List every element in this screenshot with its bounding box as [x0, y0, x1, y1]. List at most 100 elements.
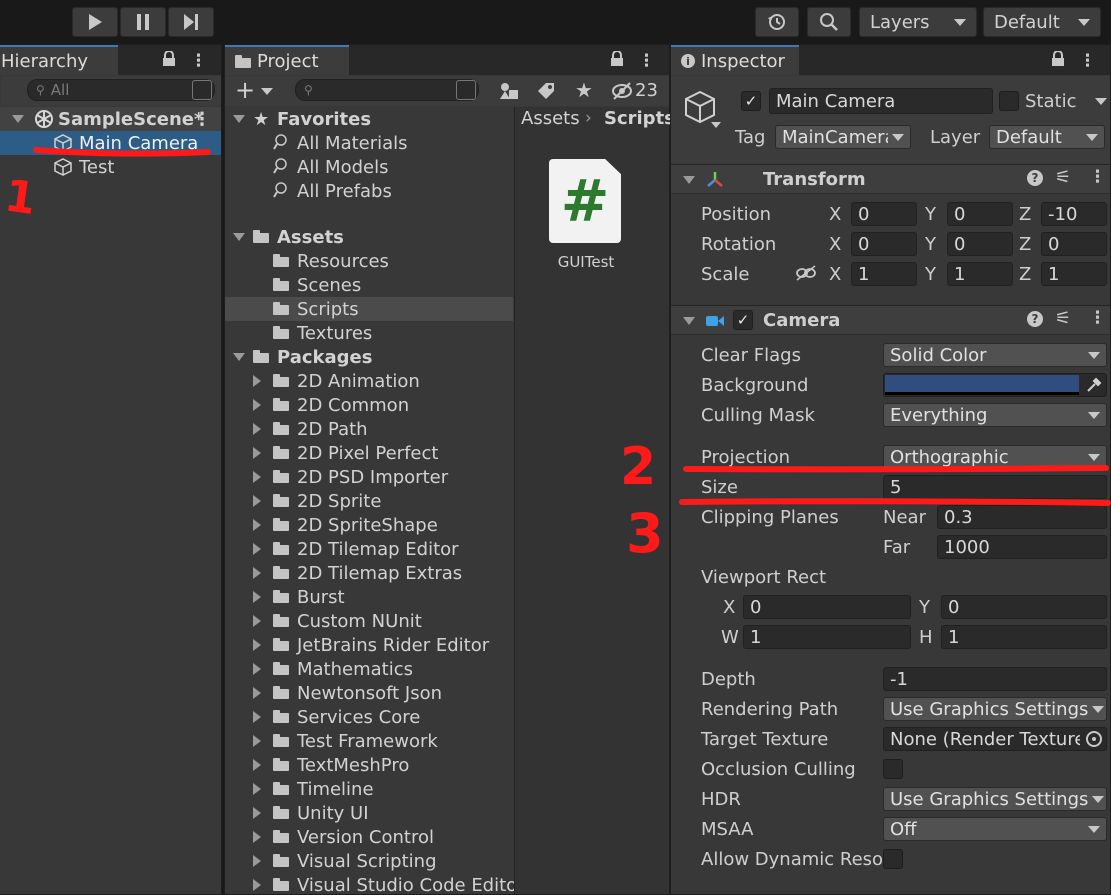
expand-arrow-icon[interactable]	[233, 233, 245, 241]
viewport-h-field[interactable]: 1	[941, 625, 1107, 649]
tab-inspector[interactable]: i Inspector	[671, 45, 799, 75]
expand-arrow-icon[interactable]	[12, 115, 24, 123]
tree-favorites[interactable]: ★ Favorites	[225, 107, 513, 131]
tree-item-package[interactable]: 2D Pixel Perfect	[225, 441, 513, 465]
tree-item-all-prefabs[interactable]: All Prefabs	[225, 179, 513, 203]
far-field[interactable]: 1000	[937, 535, 1107, 559]
expand-arrow-icon[interactable]	[253, 855, 261, 867]
layout-dropdown[interactable]: Default	[983, 7, 1101, 37]
static-checkbox[interactable]	[999, 91, 1019, 111]
tree-item-package[interactable]: 2D Tilemap Editor	[225, 537, 513, 561]
camera-enabled-checkbox[interactable]: ✓	[733, 310, 753, 330]
expand-arrow-icon[interactable]	[253, 783, 261, 795]
tree-item-package[interactable]: Visual Studio Code Edito	[225, 873, 517, 895]
kebab-menu-icon[interactable]: ⋮	[1089, 167, 1106, 187]
tree-item-package[interactable]: Burst	[225, 585, 513, 609]
expand-arrow-icon[interactable]	[253, 759, 261, 771]
tree-assets[interactable]: Assets	[225, 225, 513, 249]
object-name-field[interactable]: Main Camera	[769, 88, 993, 114]
object-picker-icon[interactable]	[1086, 731, 1102, 747]
expand-arrow-icon[interactable]	[253, 831, 261, 843]
scale-z-field[interactable]: 1	[1041, 262, 1107, 286]
tree-item-package[interactable]: Unity UI	[225, 801, 513, 825]
tree-item-scripts[interactable]: Scripts	[225, 297, 513, 321]
filter-by-label-icon[interactable]	[537, 82, 555, 105]
help-icon[interactable]: ?	[1027, 170, 1043, 186]
help-icon[interactable]: ?	[1027, 311, 1043, 327]
tab-hierarchy[interactable]: Hierarchy	[0, 45, 118, 75]
breadcrumb-assets[interactable]: Assets	[521, 108, 580, 129]
viewport-y-field[interactable]: 0	[941, 595, 1107, 619]
layer-dropdown[interactable]: Default	[989, 125, 1105, 149]
depth-field[interactable]: -1	[883, 667, 1107, 691]
size-field[interactable]: 5	[883, 475, 1107, 499]
tree-item-package[interactable]: Visual Scripting	[225, 849, 513, 873]
chevron-down-icon[interactable]	[711, 122, 721, 128]
static-dropdown-icon[interactable]	[1095, 98, 1107, 105]
rotation-z-field[interactable]: 0	[1041, 232, 1107, 256]
kebab-menu-icon[interactable]: ⋮	[1089, 308, 1106, 328]
tree-item-package[interactable]: Test Framework	[225, 729, 513, 753]
search-by-type-icon[interactable]	[192, 80, 212, 100]
favorite-star-icon[interactable]: ★	[575, 78, 593, 102]
filter-by-type-icon[interactable]	[499, 82, 519, 105]
position-x-field[interactable]: 0	[851, 202, 917, 226]
allow-dynamic-resolution-checkbox[interactable]	[883, 849, 903, 869]
eyedropper-icon[interactable]	[1086, 377, 1102, 393]
presets-icon[interactable]: ⚟	[1055, 308, 1071, 329]
lock-icon[interactable]	[610, 50, 624, 72]
tree-item-package[interactable]: 2D Animation	[225, 369, 513, 393]
rotation-x-field[interactable]: 0	[851, 232, 917, 256]
hierarchy-item-main-camera[interactable]: Main Camera	[0, 131, 221, 155]
expand-arrow-icon[interactable]	[253, 375, 261, 387]
active-checkbox[interactable]: ✓	[741, 91, 761, 111]
expand-arrow-icon[interactable]	[253, 519, 261, 531]
hierarchy-item-test[interactable]: Test	[0, 155, 221, 179]
tree-item-package[interactable]: Timeline	[225, 777, 513, 801]
viewport-w-field[interactable]: 1	[743, 625, 911, 649]
msaa-dropdown[interactable]: Off	[883, 817, 1107, 841]
tree-packages[interactable]: Packages	[225, 345, 513, 369]
kebab-menu-icon[interactable]: ⋮	[190, 51, 207, 72]
rendering-path-dropdown[interactable]: Use Graphics Settings	[883, 697, 1107, 721]
expand-arrow-icon[interactable]	[253, 735, 261, 747]
target-texture-field[interactable]: None (Render Texture	[883, 727, 1107, 751]
clear-flags-dropdown[interactable]: Solid Color	[883, 343, 1107, 367]
layers-dropdown[interactable]: Layers	[859, 7, 977, 37]
expand-arrow-icon[interactable]	[253, 495, 261, 507]
asset-tile-guitest[interactable]: # GUITest	[541, 159, 631, 271]
collapse-arrow-icon[interactable]	[683, 317, 695, 325]
tree-item-package[interactable]: 2D PSD Importer	[225, 465, 513, 489]
expand-arrow-icon[interactable]	[253, 615, 261, 627]
expand-arrow-icon[interactable]	[253, 447, 261, 459]
constrain-proportions-icon[interactable]	[795, 265, 817, 281]
search-button[interactable]	[807, 7, 851, 37]
tree-item-package[interactable]: Mathematics	[225, 657, 513, 681]
tree-item-package[interactable]: Custom NUnit	[225, 609, 513, 633]
search-by-type-icon[interactable]	[456, 80, 476, 100]
tree-item-package[interactable]: Version Control	[225, 825, 513, 849]
expand-arrow-icon[interactable]	[233, 115, 245, 123]
play-button[interactable]	[72, 7, 118, 37]
tree-item-all-materials[interactable]: All Materials	[225, 131, 513, 155]
projection-dropdown[interactable]: Orthographic	[883, 445, 1107, 469]
tree-item-package[interactable]: 2D SpriteShape	[225, 513, 513, 537]
expand-arrow-icon[interactable]	[253, 687, 261, 699]
camera-header[interactable]: ✓ Camera ? ⚟ ⋮	[671, 305, 1110, 335]
breadcrumb-scripts[interactable]: Scripts	[604, 108, 675, 129]
tree-item-package[interactable]: JetBrains Rider Editor	[225, 633, 513, 657]
undo-history-button[interactable]	[755, 7, 799, 37]
tree-item-package[interactable]: TextMeshPro	[225, 753, 513, 777]
transform-header[interactable]: Transform ? ⚟ ⋮	[671, 164, 1110, 194]
tab-project[interactable]: Project	[225, 45, 349, 75]
scene-menu-icon[interactable]: ⋮	[193, 109, 211, 130]
expand-arrow-icon[interactable]	[253, 591, 261, 603]
tree-item-package[interactable]: Newtonsoft Json	[225, 681, 513, 705]
scale-x-field[interactable]: 1	[851, 262, 917, 286]
gameobject-cube-icon[interactable]	[683, 90, 717, 124]
create-plus-icon[interactable]: +	[235, 76, 255, 104]
rotation-y-field[interactable]: 0	[947, 232, 1013, 256]
expand-arrow-icon[interactable]	[253, 567, 261, 579]
pause-button[interactable]	[120, 7, 166, 37]
tree-item-all-models[interactable]: All Models	[225, 155, 513, 179]
